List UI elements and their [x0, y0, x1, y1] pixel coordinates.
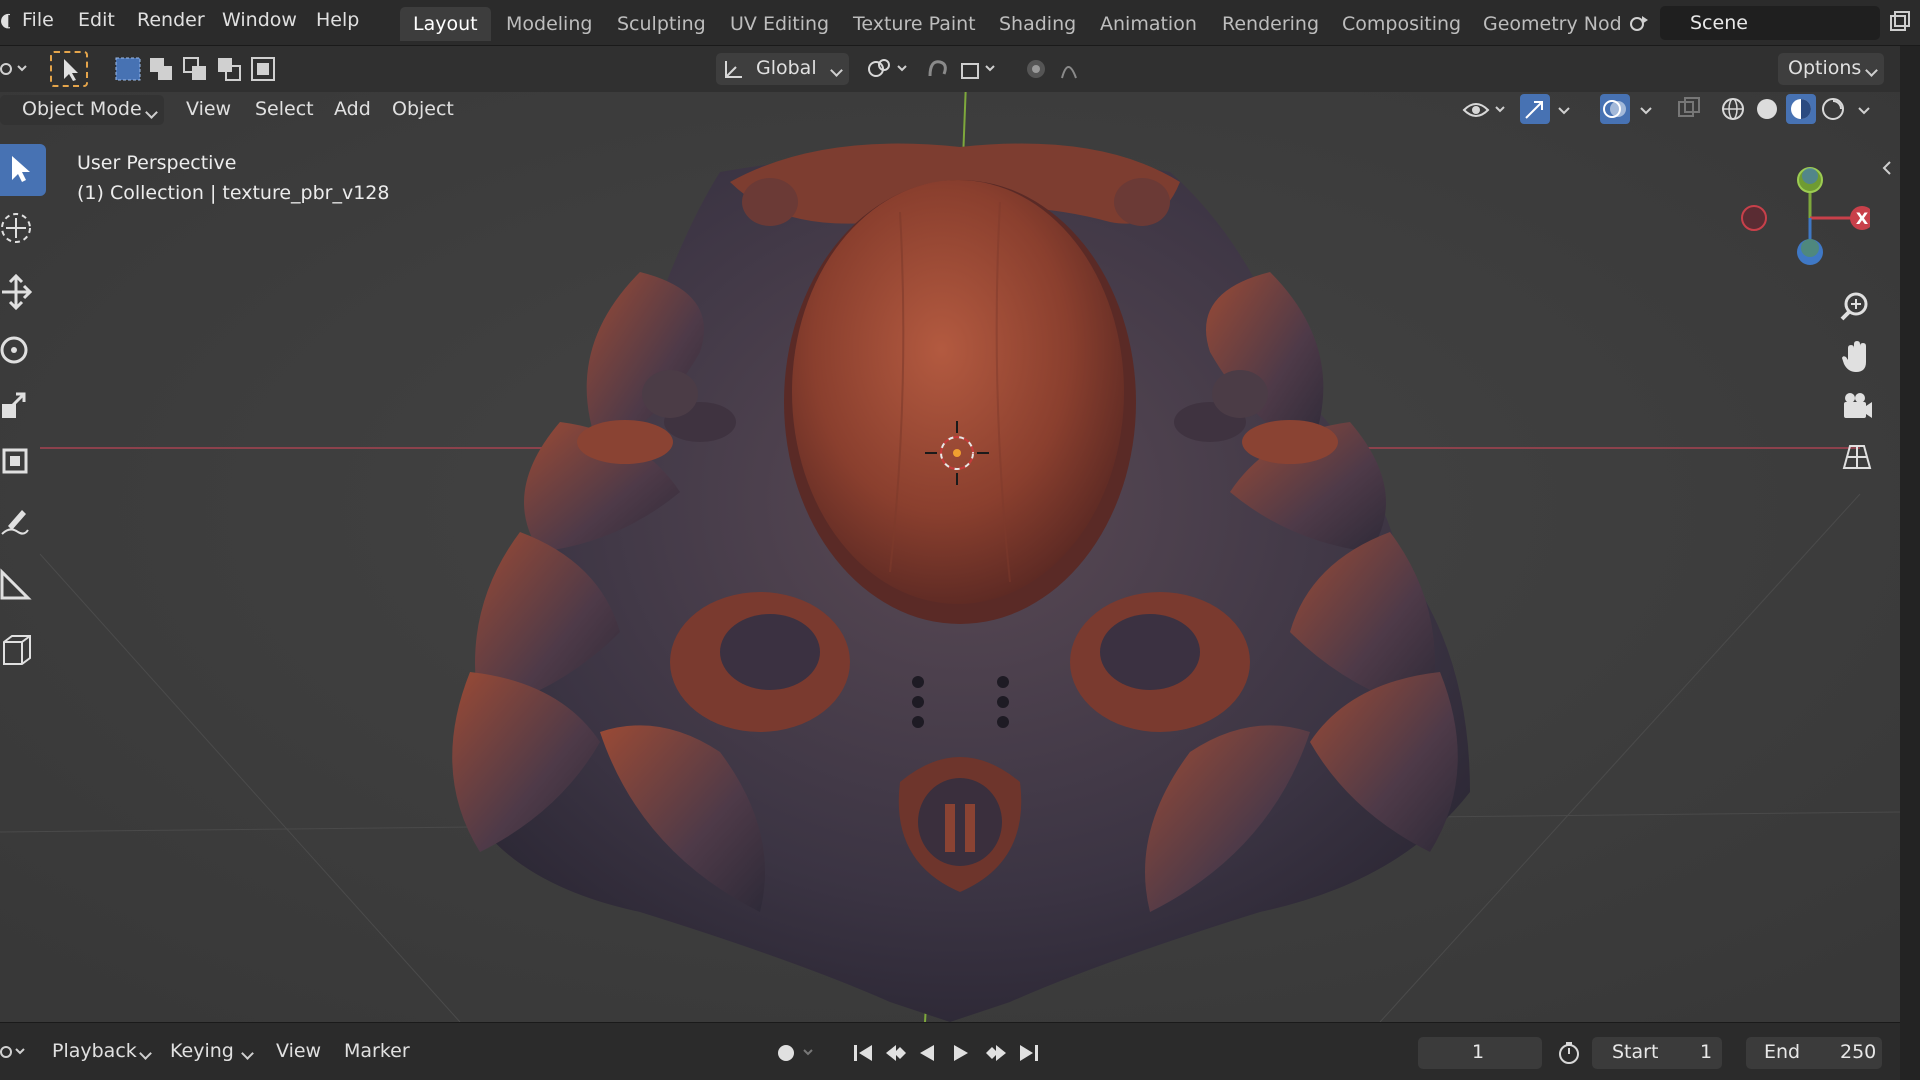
- stopwatch-icon[interactable]: [1556, 1040, 1582, 1066]
- tab-layout[interactable]: Layout: [400, 7, 491, 41]
- menu-help[interactable]: Help: [316, 9, 359, 31]
- menu-file[interactable]: File: [22, 9, 54, 31]
- measure-tool-icon[interactable]: [0, 558, 46, 610]
- move-tool-icon[interactable]: [0, 266, 46, 318]
- viewport-info: User Perspective (1) Collection | textur…: [77, 148, 389, 208]
- gizmo-dropdown-icon[interactable]: [1556, 102, 1572, 118]
- add-cube-tool-icon[interactable]: [0, 622, 46, 674]
- menu-edit[interactable]: Edit: [78, 9, 115, 31]
- timeline-menu-marker[interactable]: Marker: [344, 1040, 410, 1062]
- prev-keyframe-icon: [886, 1045, 906, 1061]
- start-frame-field[interactable]: Start 1: [1592, 1037, 1722, 1069]
- shading-solid-icon[interactable]: [1754, 96, 1780, 122]
- grid-ortho-icon[interactable]: [1832, 434, 1882, 480]
- menu-render[interactable]: Render: [137, 9, 205, 31]
- timeline-editor-type-icon[interactable]: [0, 1039, 28, 1065]
- tab-geometry-nodes[interactable]: Geometry Nod: [1470, 7, 1620, 41]
- shading-material-icon[interactable]: [1786, 94, 1816, 124]
- new-scene-icon[interactable]: [1888, 10, 1912, 34]
- menu-window[interactable]: Window: [222, 9, 297, 31]
- end-frame-field[interactable]: End 250: [1746, 1037, 1882, 1069]
- overlay-dropdown-icon[interactable]: [1638, 102, 1654, 118]
- viewport-collection-label: (1) Collection | texture_pbr_v128: [77, 182, 390, 204]
- transform-orientation-icon: [722, 57, 746, 86]
- scene-selector-icon[interactable]: [1628, 10, 1654, 36]
- options-label: Options: [1788, 57, 1862, 79]
- viewport-menu-object[interactable]: Object: [392, 98, 454, 120]
- next-keyframe-icon: [986, 1045, 1006, 1061]
- jump-start-icon: [854, 1045, 872, 1061]
- gizmo-icon[interactable]: [1520, 94, 1550, 124]
- jump-end-icon: [1020, 1045, 1038, 1061]
- 3d-viewport[interactable]: Object Mode View Select Add Object User …: [0, 92, 1900, 1022]
- playback-label: Playback: [52, 1040, 137, 1062]
- properties-edge-strip[interactable]: [1900, 46, 1920, 1080]
- tool-settings-bar: Global Options: [0, 46, 1920, 92]
- pan-hand-icon[interactable]: [1832, 334, 1882, 380]
- select-box-tool-icon[interactable]: [0, 144, 46, 196]
- scene-name: Scene: [1690, 12, 1748, 34]
- editor-type-icon[interactable]: [0, 56, 28, 82]
- end-value: 250: [1840, 1041, 1877, 1063]
- top-menu-bar: ◐ File Edit Render Window Help Layout Mo…: [0, 0, 1920, 46]
- proportional-edit-icon[interactable]: [1020, 56, 1100, 82]
- viewport-perspective-label: User Perspective: [77, 152, 237, 174]
- tab-compositing[interactable]: Compositing: [1329, 7, 1474, 41]
- playback-menu[interactable]: Playback: [40, 1036, 158, 1068]
- shading-rendered-icon[interactable]: [1820, 96, 1846, 122]
- select-tool-icon[interactable]: [50, 51, 88, 87]
- record-icon[interactable]: [774, 1040, 820, 1066]
- viewport-menu-select[interactable]: Select: [255, 98, 314, 120]
- play-icon: [954, 1045, 968, 1061]
- cursor-tool-icon[interactable]: [0, 202, 46, 254]
- snap-icon[interactable]: [926, 56, 1006, 82]
- overlay-icon[interactable]: [1600, 94, 1630, 124]
- keying-menu[interactable]: Keying: [160, 1036, 260, 1068]
- transform-orientation-dropdown[interactable]: Global: [716, 53, 849, 85]
- blender-logo-icon[interactable]: ◐: [0, 9, 10, 31]
- playback-controls: [850, 1040, 1050, 1066]
- play-reverse-icon: [920, 1045, 934, 1061]
- tab-uv-editing[interactable]: UV Editing: [717, 7, 842, 41]
- shading-wireframe-icon[interactable]: [1720, 96, 1746, 122]
- options-dropdown[interactable]: Options: [1778, 53, 1884, 85]
- zoom-icon[interactable]: [1832, 284, 1882, 330]
- shading-dropdown-icon[interactable]: [1856, 102, 1872, 118]
- viewport-menu-add[interactable]: Add: [334, 98, 371, 120]
- tab-animation[interactable]: Animation: [1087, 7, 1210, 41]
- transform-orientation-label: Global: [756, 57, 817, 79]
- end-label: End: [1764, 1041, 1801, 1063]
- gizmo-x-label: X: [1856, 209, 1869, 228]
- tab-modeling[interactable]: Modeling: [493, 7, 605, 41]
- tab-shading[interactable]: Shading: [986, 7, 1089, 41]
- visibility-icon[interactable]: [1460, 96, 1512, 124]
- timeline-menu-view[interactable]: View: [276, 1040, 321, 1062]
- xray-icon[interactable]: [1676, 96, 1702, 122]
- object-mode-label: Object Mode: [22, 98, 142, 120]
- object-mode-dropdown[interactable]: Object Mode: [0, 95, 164, 125]
- timeline-bar: Playback Keying View Marker 1 Start 1 En…: [0, 1022, 1900, 1080]
- navigation-gizmo[interactable]: X: [1730, 158, 1870, 288]
- camera-icon[interactable]: [1832, 384, 1882, 430]
- transform-tool-icon[interactable]: [0, 436, 46, 488]
- selection-mode-icons[interactable]: [112, 54, 280, 84]
- tab-rendering[interactable]: Rendering: [1209, 7, 1332, 41]
- annotate-tool-icon[interactable]: [0, 498, 46, 550]
- scale-tool-icon[interactable]: [0, 380, 46, 432]
- scene-name-field[interactable]: Scene: [1660, 6, 1880, 40]
- tab-sculpting[interactable]: Sculpting: [604, 7, 719, 41]
- start-label: Start: [1612, 1041, 1659, 1063]
- pivot-icon[interactable]: [866, 56, 914, 82]
- rotate-tool-icon[interactable]: [0, 324, 46, 376]
- current-frame-value: 1: [1472, 1041, 1485, 1063]
- viewport-scene: [0, 92, 1900, 1022]
- viewport-menu-view[interactable]: View: [186, 98, 231, 120]
- start-value: 1: [1700, 1041, 1713, 1063]
- tab-texture-paint[interactable]: Texture Paint: [840, 7, 989, 41]
- sidebar-toggle-icon[interactable]: [1880, 158, 1894, 178]
- current-frame-field[interactable]: 1: [1418, 1037, 1542, 1069]
- keying-label: Keying: [170, 1040, 234, 1062]
